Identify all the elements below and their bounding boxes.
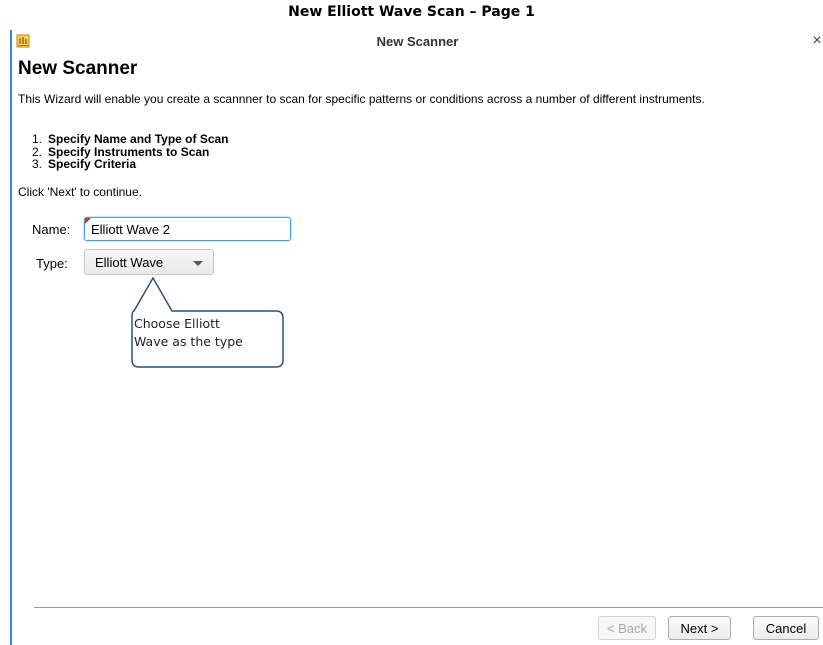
document-caption: New Elliott Wave Scan – Page 1 xyxy=(288,4,535,20)
step-number: 3. xyxy=(31,157,42,171)
name-label: Name: xyxy=(32,222,71,237)
title-bar[interactable]: New Scanner × xyxy=(12,30,823,54)
callout-line: Choose Elliott xyxy=(134,316,220,331)
required-flag-icon xyxy=(85,218,91,224)
type-selected-value: Elliott Wave xyxy=(95,255,164,270)
continue-hint: Click 'Next' to continue. xyxy=(18,185,142,199)
step-label: Specify Criteria xyxy=(48,157,137,171)
callout-line: Wave as the type xyxy=(134,334,243,349)
chevron-down-icon xyxy=(193,261,203,266)
footer-divider xyxy=(34,607,823,608)
cancel-button[interactable]: Cancel xyxy=(753,616,819,640)
window-title: New Scanner xyxy=(376,34,459,49)
intro-text: This Wizard will enable you create a sca… xyxy=(18,92,705,106)
next-button[interactable]: Next > xyxy=(668,616,731,640)
close-icon[interactable]: × xyxy=(809,31,823,51)
steps-list: 1. Specify Name and Type of Scan 2. Spec… xyxy=(18,133,229,171)
callout-text: Choose Elliott Wave as the type xyxy=(134,315,284,351)
step-number: 1. xyxy=(31,132,42,146)
step-item: 1. Specify Name and Type of Scan xyxy=(18,133,229,146)
name-input[interactable] xyxy=(84,217,291,241)
step-item: 3. Specify Criteria xyxy=(18,158,229,171)
step-label: Specify Name and Type of Scan xyxy=(48,132,229,146)
back-button[interactable]: < Back xyxy=(598,616,656,640)
scanner-dialog: New Scanner × New Scanner This Wizard wi… xyxy=(10,30,823,645)
type-label: Type: xyxy=(36,256,68,271)
page-title: New Scanner xyxy=(18,58,138,79)
